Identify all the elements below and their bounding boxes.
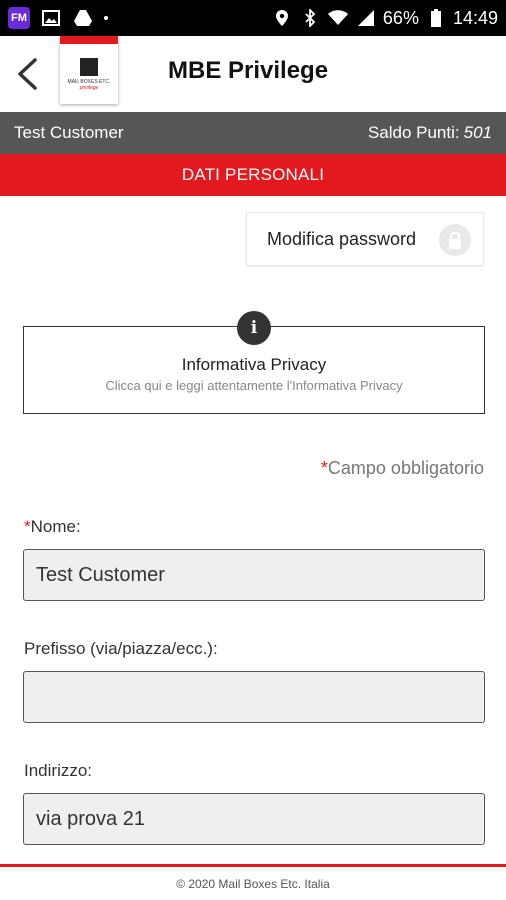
address-input[interactable]: via prova 21 — [23, 793, 485, 845]
points-balance: Saldo Punti: 501 — [368, 123, 492, 143]
app-bar: MAIL BOXES ETC. privilege MBE Privilege — [0, 36, 506, 112]
mbe-logo: MAIL BOXES ETC. privilege — [60, 36, 118, 104]
prefix-label: Prefisso (via/piazza/ecc.): — [24, 639, 218, 658]
image-notification-icon — [40, 7, 62, 29]
drive-notification-icon — [72, 7, 94, 29]
name-input[interactable]: Test Customer — [23, 549, 485, 601]
wifi-icon — [327, 7, 349, 29]
customer-name: Test Customer — [14, 123, 124, 142]
required-note-text: Campo obbligatorio — [327, 458, 484, 478]
battery-percent: 66% — [382, 7, 419, 28]
privacy-subtitle: Clicca qui e leggi attentamente l'Inform… — [105, 378, 403, 393]
modify-password-label: Modifica password — [267, 228, 417, 249]
app-title: MBE Privilege — [168, 57, 329, 84]
required-star: * — [24, 517, 31, 536]
name-label: *Nome: — [24, 517, 81, 537]
location-icon — [271, 7, 293, 29]
name-label-text: Nome: — [30, 517, 81, 536]
info-icon: i — [237, 311, 271, 345]
bluetooth-icon — [299, 7, 321, 29]
required-field-note: *Campo obbligatorio — [321, 458, 484, 479]
points-label: Saldo Punti: — [367, 123, 460, 142]
privacy-notice-card[interactable]: i Informativa Privacy Clicca qui e leggi… — [23, 311, 485, 414]
customer-bar: Test Customer Saldo Punti: 501 — [0, 112, 506, 154]
status-bar: FM 66% 14:49 — [0, 0, 506, 36]
more-notifications-dot-icon — [104, 16, 108, 20]
signal-icon — [355, 7, 377, 29]
app-notification-icon: FM — [8, 7, 30, 29]
privacy-title: Informativa Privacy — [181, 355, 327, 374]
points-value: 501 — [463, 123, 492, 142]
address-label: Indirizzo: — [24, 761, 93, 780]
required-star: * — [320, 458, 328, 478]
lock-icon — [439, 224, 471, 256]
chevron-left-icon — [18, 58, 37, 90]
battery-icon — [425, 7, 447, 29]
prefix-input[interactable] — [23, 671, 485, 723]
section-title: DATI PERSONALI — [0, 154, 506, 196]
back-button[interactable] — [2, 36, 52, 112]
modify-password-button[interactable]: Modifica password — [246, 212, 484, 266]
clock: 14:49 — [452, 7, 498, 28]
footer-copyright: © 2020 Mail Boxes Etc. Italia — [0, 864, 506, 900]
